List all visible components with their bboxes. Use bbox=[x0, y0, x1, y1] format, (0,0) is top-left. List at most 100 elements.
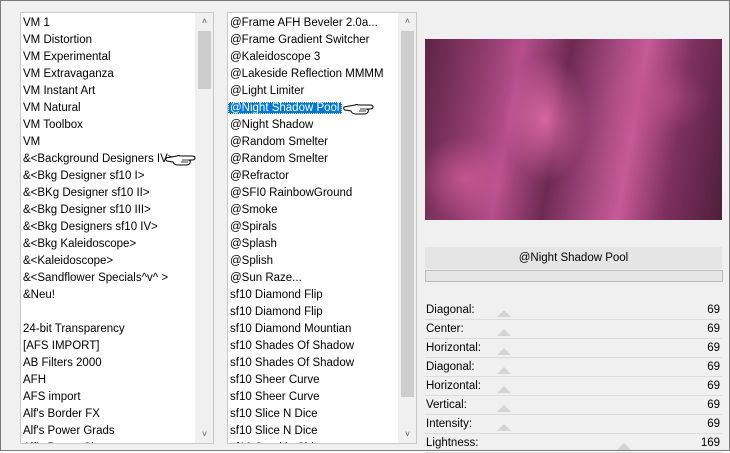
list-item[interactable]: VM Extravaganza bbox=[21, 66, 196, 83]
list-item[interactable]: VM 1 bbox=[21, 15, 196, 32]
list-item[interactable]: @Frame Gradient Switcher bbox=[228, 32, 399, 49]
list-item-label: VM 1 bbox=[23, 17, 50, 29]
list-item[interactable]: sf10 Shades Of Shadow bbox=[228, 355, 399, 372]
list-item[interactable]: &<Bkg Designer sf10 I> bbox=[21, 168, 196, 185]
list-item-label: sf10 Sheer Curve bbox=[230, 391, 320, 403]
list-item[interactable]: @Random Smelter bbox=[228, 134, 399, 151]
list-item-label: sf10 Diamond Mountian bbox=[230, 323, 352, 335]
list-item-label: &<Bkg Designers sf10 IV> bbox=[23, 221, 158, 233]
list-item[interactable]: @Random Smelter bbox=[228, 151, 399, 168]
list-item[interactable]: @Splash bbox=[228, 236, 399, 253]
filter-list[interactable]: @Frame AFH Beveler 2.0a... @Frame Gradien… bbox=[227, 12, 417, 444]
list-item[interactable]: sf10 Sparkle Shine bbox=[228, 440, 399, 443]
list-item-label: @Spirals bbox=[230, 221, 277, 233]
list-item[interactable]: @Smoke bbox=[228, 202, 399, 219]
list-item[interactable]: 24-bit Transparency bbox=[21, 321, 196, 338]
list-item-label: &<BKg Designer sf10 II> bbox=[23, 187, 150, 199]
slider-label: Diagonal: bbox=[426, 361, 475, 373]
filter-dialog: VM 1 VM Distortion VM Experimental VM Extra… bbox=[0, 0, 730, 453]
list-item[interactable]: sf10 Diamond Mountian bbox=[228, 321, 399, 338]
list-item[interactable]: @Night Shadow bbox=[228, 117, 399, 134]
list-item[interactable]: @Light Limiter bbox=[228, 83, 399, 100]
slider-thumb[interactable] bbox=[497, 386, 511, 393]
list-item[interactable]: sf10 Slice N Dice bbox=[228, 423, 399, 440]
pointing-hand-icon bbox=[165, 155, 196, 166]
slider-thumb[interactable] bbox=[497, 367, 511, 374]
list-item-label: &<Sandflower Specials^v^ > bbox=[23, 272, 169, 284]
list-item[interactable]: @Spirals bbox=[228, 219, 399, 236]
list-item[interactable]: &<Bkg Designers sf10 IV> bbox=[21, 219, 196, 236]
slider-row[interactable]: Horizontal: 69 bbox=[425, 339, 722, 358]
list-item-label: sf10 Slice N Dice bbox=[230, 408, 318, 420]
slider-thumb[interactable] bbox=[497, 405, 511, 412]
list-item[interactable]: VM Natural bbox=[21, 100, 196, 117]
slider-thumb[interactable] bbox=[497, 348, 511, 355]
chevron-up-icon[interactable]: ˄ bbox=[196, 13, 213, 30]
slider-row[interactable]: Intensity: 69 bbox=[425, 415, 722, 434]
list-item[interactable]: VM bbox=[21, 134, 196, 151]
list-item[interactable]: AFH bbox=[21, 372, 196, 389]
list-item[interactable]: @Splish bbox=[228, 253, 399, 270]
slider-value: 69 bbox=[707, 304, 720, 316]
slider-thumb[interactable] bbox=[497, 424, 511, 431]
list-item[interactable]: [AFS IMPORT] bbox=[21, 338, 196, 355]
list-item-label: VM Experimental bbox=[23, 51, 111, 63]
list-item-label: sf10 Shades Of Shadow bbox=[230, 340, 355, 352]
list-item[interactable]: Alf's Border FX bbox=[21, 406, 196, 423]
list-item-label: Alf's Power Sines bbox=[21, 442, 114, 443]
list-item-label: AB Filters 2000 bbox=[23, 357, 102, 369]
list-item[interactable]: &<BKg Designer sf10 II> bbox=[21, 185, 196, 202]
slider-label: Intensity: bbox=[426, 418, 473, 430]
slider-thumb[interactable] bbox=[497, 310, 511, 317]
scrollbar-thumb[interactable] bbox=[198, 31, 211, 89]
list-item-label: &<Background Designers IV> bbox=[23, 153, 175, 165]
scrollbar-thumb[interactable] bbox=[401, 31, 414, 397]
list-item[interactable]: Alf's Power Sines bbox=[21, 440, 196, 443]
slider-row[interactable]: Diagonal: 69 bbox=[425, 358, 722, 377]
category-list[interactable]: VM 1 VM Distortion VM Experimental VM Extra… bbox=[20, 12, 214, 444]
chevron-down-icon[interactable]: ˅ bbox=[196, 426, 213, 443]
list-item-label: sf10 Sparkle Shine bbox=[228, 442, 329, 443]
list-item[interactable]: sf10 Sheer Curve bbox=[228, 389, 399, 406]
slider-thumb[interactable] bbox=[617, 443, 631, 450]
list-item[interactable]: @Frame AFH Beveler 2.0a... bbox=[228, 15, 399, 32]
list-item[interactable]: AB Filters 2000 bbox=[21, 355, 196, 372]
slider-label: Vertical: bbox=[426, 399, 467, 411]
chevron-up-icon[interactable]: ˄ bbox=[399, 13, 416, 30]
list-item[interactable]: VM Toolbox bbox=[21, 117, 196, 134]
list-item[interactable]: AFS import bbox=[21, 389, 196, 406]
list-item[interactable]: @Refractor bbox=[228, 168, 399, 185]
list-item[interactable]: sf10 Diamond Flip bbox=[228, 287, 399, 304]
slider-row[interactable]: Center: 69 bbox=[425, 320, 722, 339]
list-item[interactable]: @Lakeside Reflection MMMM bbox=[228, 66, 399, 83]
list-item[interactable]: &Neu! bbox=[21, 287, 196, 304]
list-item[interactable]: Alf's Power Grads bbox=[21, 423, 196, 440]
list-item[interactable]: VM Instant Art bbox=[21, 83, 196, 100]
slider-thumb[interactable] bbox=[497, 329, 511, 336]
list-item[interactable]: @SFI0 RainbowGround bbox=[228, 185, 399, 202]
list-item[interactable]: sf10 Diamond Flip bbox=[228, 304, 399, 321]
list-item-label: &Neu! bbox=[23, 289, 55, 301]
list-item[interactable]: &<Sandflower Specials^v^ > bbox=[21, 270, 196, 287]
chevron-down-icon[interactable]: ˅ bbox=[399, 426, 416, 443]
category-scrollbar[interactable]: ˄ ˅ bbox=[195, 13, 213, 443]
slider-row[interactable]: Horizontal: 69 bbox=[425, 377, 722, 396]
list-item-label: @Splish bbox=[230, 255, 273, 267]
list-item[interactable]: sf10 Shades Of Shadow bbox=[228, 338, 399, 355]
list-item[interactable]: &<Bkg Designer sf10 III> bbox=[21, 202, 196, 219]
list-item[interactable]: VM Experimental bbox=[21, 49, 196, 66]
slider-row[interactable]: Lightness: 169 bbox=[425, 434, 722, 453]
progress-bar bbox=[425, 270, 723, 282]
slider-row[interactable]: Diagonal: 69 bbox=[425, 301, 722, 320]
list-item[interactable]: &<Bkg Kaleidoscope> bbox=[21, 236, 196, 253]
list-item[interactable]: VM Distortion bbox=[21, 32, 196, 49]
filter-scrollbar[interactable]: ˄ ˅ bbox=[398, 13, 416, 443]
list-item[interactable]: &<Kaleidoscope> bbox=[21, 253, 196, 270]
list-item[interactable]: @Kaleidoscope 3 bbox=[228, 49, 399, 66]
list-item[interactable]: sf10 Slice N Dice bbox=[228, 406, 399, 423]
slider-row[interactable]: Vertical: 69 bbox=[425, 396, 722, 415]
list-item[interactable]: sf10 Sheer Curve bbox=[228, 372, 399, 389]
slider-label: Diagonal: bbox=[426, 304, 475, 316]
list-item[interactable]: @Sun Raze... bbox=[228, 270, 399, 287]
list-item-label: @Sun Raze... bbox=[230, 272, 302, 284]
